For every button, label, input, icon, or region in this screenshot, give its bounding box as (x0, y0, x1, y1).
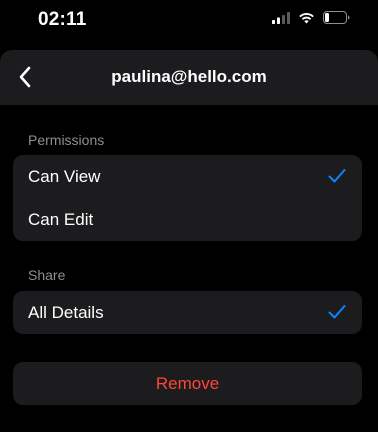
share-option-all-details[interactable]: All Details (13, 291, 362, 334)
chevron-left-icon (19, 66, 31, 88)
permission-option-can-view[interactable]: Can View (13, 155, 362, 198)
status-icons (272, 11, 350, 24)
back-button[interactable] (10, 62, 40, 92)
share-settings-sheet: paulina@hello.com Permissions Can View C… (0, 50, 378, 432)
share-group: All Details (13, 291, 362, 334)
battery-icon (323, 11, 350, 24)
option-label: Can View (28, 166, 101, 186)
wifi-icon (299, 12, 314, 23)
nav-title: paulina@hello.com (111, 67, 267, 86)
cellular-signal-icon (272, 11, 290, 24)
remove-button[interactable]: Remove (13, 362, 362, 405)
status-bar: 02:11 (0, 0, 378, 44)
share-section-label: Share (28, 267, 66, 283)
checkmark-icon (328, 169, 346, 183)
permissions-group: Can View Can Edit (13, 155, 362, 241)
status-time: 02:11 (38, 9, 87, 30)
option-label: Can Edit (28, 209, 94, 229)
permissions-section-label: Permissions (28, 132, 105, 148)
checkmark-icon (328, 305, 346, 319)
navigation-header: paulina@hello.com (0, 50, 378, 105)
option-label: All Details (28, 302, 104, 322)
permission-option-can-edit[interactable]: Can Edit (13, 198, 362, 241)
